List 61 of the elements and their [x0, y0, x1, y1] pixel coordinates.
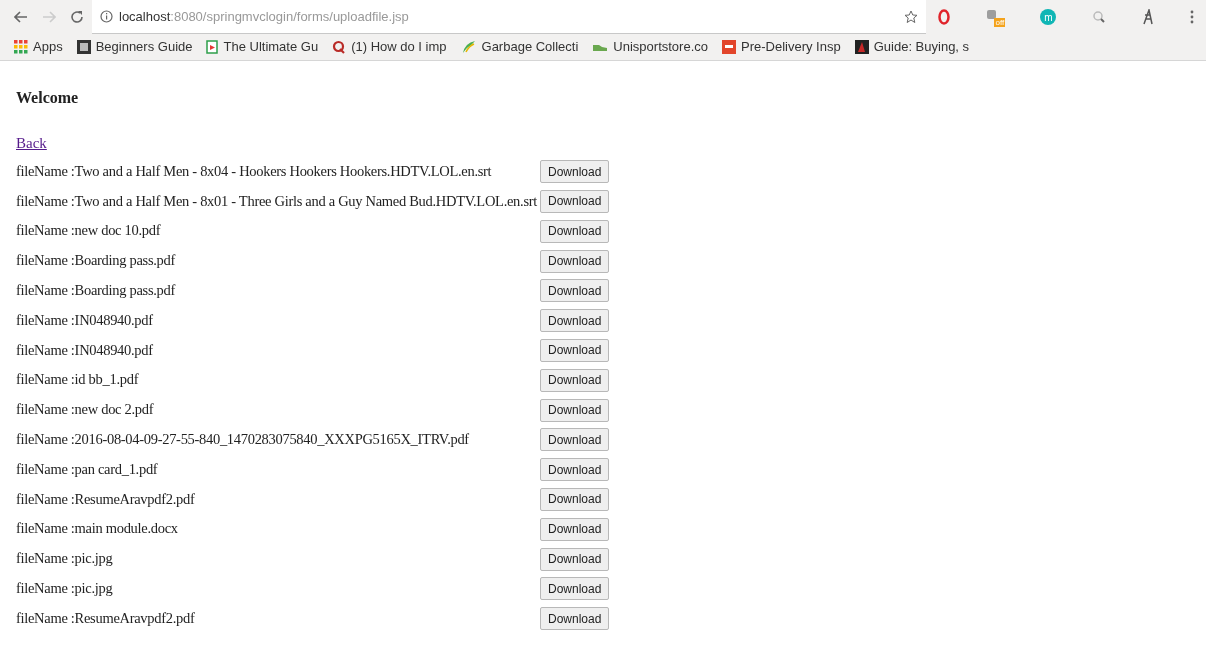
download-button[interactable]: Download — [540, 189, 610, 213]
shoe-icon — [592, 42, 609, 52]
bookmark-item[interactable]: Garbage Collecti — [481, 37, 579, 57]
bookmark-item[interactable]: The Ultimate Gu — [223, 37, 319, 57]
download-button[interactable]: Download — [540, 249, 610, 273]
file-name: fileName :Boarding pass.pdf — [16, 252, 175, 269]
download-button[interactable]: Download — [540, 368, 610, 392]
file-name: fileName :Two and a Half Men - 8x04 - Hookers Hookers Hookers.HDTV.LOL.en.srt — [16, 162, 492, 179]
menu-icon[interactable] — [1189, 10, 1194, 24]
leaf-icon — [460, 40, 477, 54]
download-button[interactable]: Download — [540, 398, 610, 422]
book-icon — [76, 40, 91, 54]
file-name: fileName :Two and a Half Men - 8x01 - Three Girls and a Guy Named Bud.HDTV.LOL.en.srt — [16, 192, 537, 209]
file-name: fileName :id bb_1.pdf — [16, 371, 139, 388]
download-button[interactable]: Download — [540, 160, 610, 184]
file-name: fileName :2016-08-04-09-27-55-840_1470283075840_XXXPG5165X_ITRV.pdf — [16, 431, 469, 448]
download-button[interactable]: Download — [540, 577, 610, 601]
file-name: fileName :IN048940.pdf — [16, 341, 153, 358]
download-button[interactable]: Download — [540, 309, 610, 333]
download-button[interactable]: Download — [540, 219, 610, 243]
bookmark-item[interactable]: Beginners Guide — [95, 37, 193, 57]
pen-icon[interactable] — [1140, 9, 1155, 25]
file-name: fileName :pic.jpg — [16, 580, 113, 597]
download-button[interactable]: Download — [540, 428, 610, 452]
back-link[interactable]: Back — [16, 132, 47, 155]
file-name: fileName :ResumeAravpdf2.pdf — [16, 609, 195, 626]
o-logo-icon[interactable] — [938, 9, 950, 25]
reload-icon[interactable] — [70, 10, 84, 24]
square-logo-icon — [854, 40, 869, 54]
file-name: fileName :pic.jpg — [16, 550, 113, 567]
magnifier-icon[interactable] — [1091, 10, 1106, 24]
info-icon — [100, 10, 113, 23]
file-name: fileName :pan card_1.pdf — [16, 460, 158, 477]
file-name: fileName :ResumeAravpdf2.pdf — [16, 490, 195, 507]
page-heading: Welcome — [16, 88, 80, 108]
square-logo-icon — [722, 40, 736, 54]
bookmark-item[interactable]: Unisportstore.co — [613, 37, 708, 57]
url-text: localhost:8080/springmvclogin/forms/uploadfile.jsp — [119, 7, 410, 26]
address-bar[interactable]: localhost:8080/springmvclogin/forms/uploadfile.jsp — [92, 0, 926, 34]
download-button[interactable]: Download — [540, 338, 610, 362]
file-name: fileName :IN048940.pdf — [16, 311, 153, 328]
bookmark-item[interactable]: Pre-Delivery Insp — [741, 37, 841, 57]
download-button[interactable]: Download — [540, 517, 610, 541]
download-button[interactable]: Download — [540, 607, 610, 631]
bookmark-item[interactable]: Apps — [33, 37, 63, 57]
download-button[interactable]: Download — [540, 458, 610, 482]
file-name: fileName :Boarding pass.pdf — [16, 282, 175, 299]
apps-grid-icon — [14, 40, 28, 54]
document-icon — [206, 40, 219, 54]
file-name: fileName :new doc 10.pdf — [16, 222, 161, 239]
bookmark-item[interactable]: (1) How do I imp — [351, 37, 447, 57]
download-button[interactable]: Download — [540, 279, 610, 303]
back-arrow-icon[interactable] — [14, 11, 28, 23]
star-icon[interactable] — [904, 9, 918, 24]
extension-badge: off — [994, 18, 1006, 27]
q-logo-icon — [332, 40, 347, 54]
bookmark-item[interactable]: Guide: Buying, s — [873, 37, 970, 57]
file-name: fileName :new doc 2.pdf — [16, 401, 154, 418]
download-button[interactable]: Download — [540, 487, 610, 511]
download-button[interactable]: Download — [540, 547, 610, 571]
file-name: fileName :main module.docx — [16, 520, 178, 537]
